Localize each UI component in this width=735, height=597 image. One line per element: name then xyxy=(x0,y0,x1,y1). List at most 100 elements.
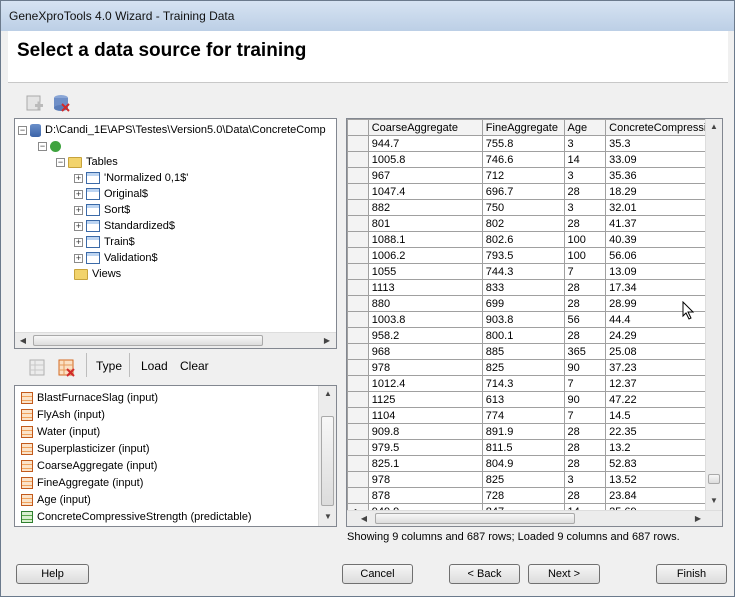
table-row[interactable]: 1104 774 7 14.5 xyxy=(347,407,722,424)
table-cell[interactable]: 1003.8 xyxy=(367,311,483,328)
table-cell[interactable]: 100 xyxy=(563,247,607,264)
row-header[interactable] xyxy=(347,407,369,424)
table-row[interactable]: 882 750 3 32.01 xyxy=(347,199,722,216)
table-cell[interactable]: 802.6 xyxy=(481,231,565,248)
table-cell[interactable]: 978 xyxy=(367,471,483,488)
table-cell[interactable]: 891.9 xyxy=(481,423,565,440)
variables-list[interactable]: BlastFurnaceSlag (input) FlyAsh (input) … xyxy=(14,385,337,527)
row-header[interactable] xyxy=(347,455,369,472)
list-item[interactable]: CoarseAggregate (input) xyxy=(21,458,157,475)
list-item[interactable]: ConcreteCompressiveStrength (predictable… xyxy=(21,509,252,526)
list-item[interactable]: FineAggregate (input) xyxy=(21,475,143,492)
row-header[interactable] xyxy=(347,391,369,408)
table-cell[interactable]: 878 xyxy=(367,487,483,504)
finish-button[interactable]: Finish xyxy=(656,564,727,584)
tree-tables-node[interactable]: − Tables xyxy=(56,154,118,170)
table-cell[interactable]: 699 xyxy=(481,295,565,312)
scroll-right-icon[interactable]: ▶ xyxy=(691,512,705,526)
variables-vertical-scrollbar[interactable]: ▲ ▼ xyxy=(318,386,336,526)
grid-horizontal-scrollbar[interactable]: ◀ ▶ xyxy=(347,510,722,526)
table-cell[interactable]: 750 xyxy=(481,199,565,216)
row-header[interactable] xyxy=(347,167,369,184)
type-button[interactable]: Type xyxy=(96,359,122,373)
table-row[interactable]: 968 885 365 25.08 xyxy=(347,343,722,360)
remove-data-source-icon[interactable] xyxy=(51,93,71,113)
table-cell[interactable]: 1088.1 xyxy=(367,231,483,248)
row-header[interactable] xyxy=(347,423,369,440)
remove-variable-icon[interactable] xyxy=(57,358,77,378)
data-grid[interactable]: CoarseAggregate FineAggregate Age Concre… xyxy=(346,118,723,527)
scroll-thumb[interactable] xyxy=(375,513,575,524)
table-cell[interactable]: 28 xyxy=(563,215,607,232)
row-header[interactable] xyxy=(347,311,369,328)
table-cell[interactable]: 909.8 xyxy=(367,423,483,440)
list-item[interactable]: Superplasticizer (input) xyxy=(21,441,150,458)
table-cell[interactable]: 28 xyxy=(563,295,607,312)
row-header[interactable] xyxy=(347,247,369,264)
table-cell[interactable]: 800.1 xyxy=(481,327,565,344)
scroll-left-icon[interactable]: ◀ xyxy=(357,512,371,526)
add-variable-icon[interactable] xyxy=(28,358,48,378)
row-header[interactable] xyxy=(347,151,369,168)
column-header[interactable]: CoarseAggregate xyxy=(367,119,483,136)
row-header[interactable] xyxy=(347,487,369,504)
cancel-button[interactable]: Cancel xyxy=(342,564,413,584)
table-row[interactable]: 1047.4 696.7 28 18.29 xyxy=(347,183,722,200)
list-item[interactable]: Age (input) xyxy=(21,492,91,509)
tree-root-node[interactable]: − D:\Candi_1E\APS\Testes\Version5.0\Data\… xyxy=(18,122,326,138)
tree-table-item[interactable]: + Standardized$ xyxy=(74,218,175,234)
table-cell[interactable]: 1104 xyxy=(367,407,483,424)
help-button[interactable]: Help xyxy=(16,564,89,584)
table-cell[interactable]: 903.8 xyxy=(481,311,565,328)
tree-table-item[interactable]: + Original$ xyxy=(74,186,148,202)
next-button[interactable]: Next > xyxy=(528,564,600,584)
scroll-down-icon[interactable]: ▼ xyxy=(707,494,721,508)
table-row[interactable]: 1088.1 802.6 100 40.39 xyxy=(347,231,722,248)
scroll-left-icon[interactable]: ◀ xyxy=(16,334,30,348)
table-cell[interactable]: 793.5 xyxy=(481,247,565,264)
table-cell[interactable]: 714.3 xyxy=(481,375,565,392)
table-cell[interactable]: 880 xyxy=(367,295,483,312)
table-cell[interactable]: 774 xyxy=(481,407,565,424)
table-cell[interactable]: 696.7 xyxy=(481,183,565,200)
column-header[interactable]: FineAggregate xyxy=(481,119,565,136)
table-cell[interactable]: 3 xyxy=(563,471,607,488)
table-cell[interactable]: 728 xyxy=(481,487,565,504)
table-cell[interactable]: 14 xyxy=(563,151,607,168)
list-item[interactable]: BlastFurnaceSlag (input) xyxy=(21,390,158,407)
table-cell[interactable]: 755.8 xyxy=(481,135,565,152)
table-cell[interactable]: 28 xyxy=(563,423,607,440)
table-row[interactable]: 1113 833 28 17.34 xyxy=(347,279,722,296)
table-cell[interactable]: 28 xyxy=(563,455,607,472)
scroll-right-icon[interactable]: ▶ xyxy=(320,334,334,348)
table-cell[interactable]: 28 xyxy=(563,439,607,456)
row-header[interactable] xyxy=(347,231,369,248)
table-cell[interactable]: 744.3 xyxy=(481,263,565,280)
scroll-thumb[interactable] xyxy=(33,335,263,346)
expand-icon[interactable]: + xyxy=(74,221,83,231)
tree-connection-node[interactable]: − xyxy=(38,138,65,154)
scroll-thumb[interactable] xyxy=(321,416,334,506)
data-source-tree[interactable]: − D:\Candi_1E\APS\Testes\Version5.0\Data\… xyxy=(14,118,337,349)
row-header[interactable] xyxy=(347,199,369,216)
expand-icon[interactable]: + xyxy=(74,237,83,247)
tree-table-item[interactable]: + Validation$ xyxy=(74,250,158,266)
table-cell[interactable]: 7 xyxy=(563,375,607,392)
list-item[interactable]: FlyAsh (input) xyxy=(21,407,105,424)
table-cell[interactable]: 365 xyxy=(563,343,607,360)
row-header[interactable] xyxy=(347,359,369,376)
row-header[interactable] xyxy=(347,439,369,456)
add-data-source-icon[interactable] xyxy=(25,93,45,113)
table-cell[interactable]: 3 xyxy=(563,135,607,152)
table-cell[interactable]: 825 xyxy=(481,359,565,376)
table-cell[interactable]: 958.2 xyxy=(367,327,483,344)
row-header[interactable] xyxy=(347,295,369,312)
row-header[interactable] xyxy=(347,343,369,360)
expand-icon[interactable]: + xyxy=(74,189,83,199)
table-cell[interactable]: 7 xyxy=(563,407,607,424)
table-cell[interactable]: 1113 xyxy=(367,279,483,296)
clear-button[interactable]: Clear xyxy=(180,359,209,373)
table-row[interactable]: 801 802 28 41.37 xyxy=(347,215,722,232)
table-cell[interactable]: 967 xyxy=(367,167,483,184)
table-cell[interactable]: 882 xyxy=(367,199,483,216)
